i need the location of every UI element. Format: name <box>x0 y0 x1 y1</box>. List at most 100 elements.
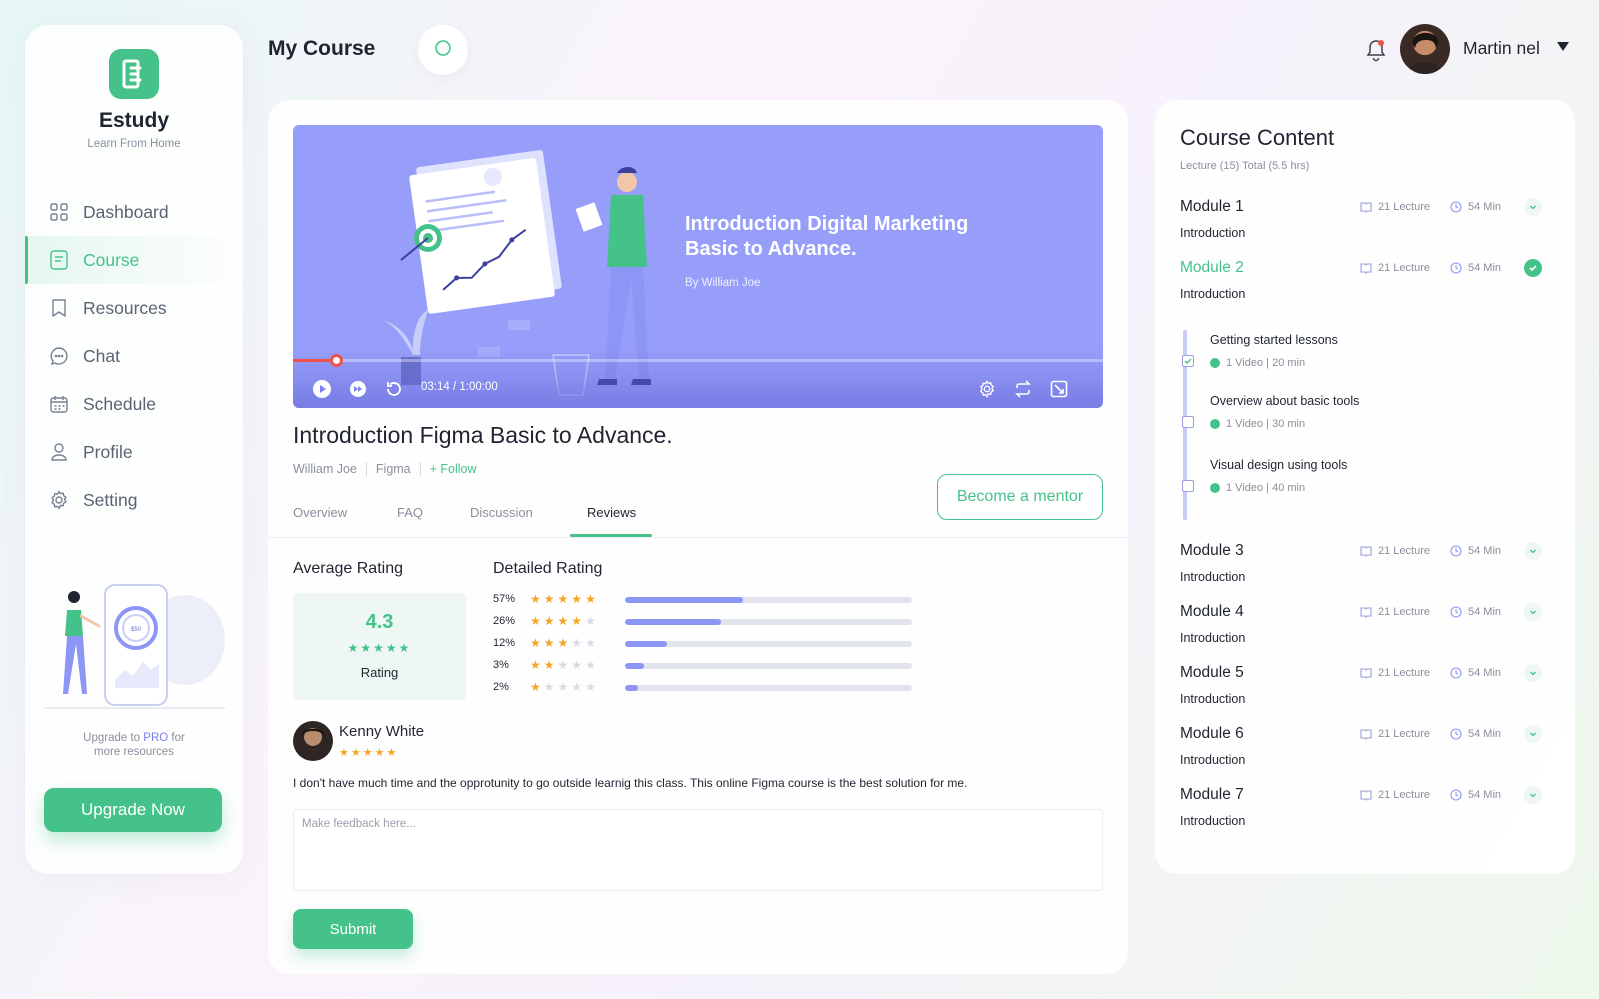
clock-icon <box>1450 728 1462 740</box>
rating-bar <box>625 641 912 647</box>
module-duration: 54 Min <box>1450 606 1501 618</box>
upgrade-text-part: Upgrade to <box>83 732 144 744</box>
module-duration-text: 54 Min <box>1468 606 1502 618</box>
user-name[interactable]: Martin nel <box>1463 38 1540 59</box>
rating-stars: ★★★★★ <box>530 658 599 672</box>
module-intro: Introduction <box>1180 814 1246 828</box>
chevron-down-icon[interactable] <box>1524 786 1542 804</box>
module-name: Module 2 <box>1180 259 1244 276</box>
module-intro: Introduction <box>1180 226 1246 240</box>
star-icon: ★ <box>585 614 599 628</box>
tab-reviews[interactable]: Reviews <box>587 505 636 520</box>
bell-icon[interactable] <box>1365 38 1387 62</box>
tab-faq[interactable]: FAQ <box>397 505 423 520</box>
rating-row: 26% ★★★★★ <box>493 614 913 629</box>
sidebar-item-chat[interactable]: Chat <box>25 332 243 380</box>
active-tab-indicator <box>570 534 652 537</box>
star-icon: ★ <box>571 636 586 650</box>
skip-forward-icon[interactable] <box>348 379 368 399</box>
star-icon: ★ <box>585 658 599 672</box>
video-player[interactable]: Introduction Digital Marketing Basic to … <box>293 125 1103 408</box>
star-icon: ★ <box>571 680 586 694</box>
module-name: Module 6 <box>1180 725 1244 742</box>
chevron-down-icon[interactable] <box>1524 542 1542 560</box>
star-icon: ★ <box>543 614 558 628</box>
detailed-rating-heading: Detailed Rating <box>493 560 603 577</box>
instructor-name[interactable]: William Joe <box>293 462 357 476</box>
replay-icon[interactable] <box>384 379 404 399</box>
module-intro: Introduction <box>1180 570 1246 584</box>
lesson-name: Getting started lessons <box>1210 333 1338 347</box>
chevron-down-icon[interactable] <box>1524 664 1542 682</box>
lesson-meta: 1 Video | 30 min <box>1210 418 1305 430</box>
module-lectures: 21 Lecture <box>1360 728 1430 740</box>
lesson-checkbox[interactable] <box>1182 355 1194 367</box>
book-icon <box>1360 789 1372 801</box>
course-category[interactable]: Figma <box>376 462 411 476</box>
rating-bar <box>625 663 912 669</box>
rating-row: 57% ★★★★★ <box>493 592 913 607</box>
tab-discussion[interactable]: Discussion <box>470 505 533 520</box>
book-icon <box>1360 262 1372 274</box>
loop-icon[interactable] <box>1013 379 1033 399</box>
fullscreen-icon[interactable] <box>1049 379 1069 399</box>
module-lectures: 21 Lecture <box>1360 667 1430 679</box>
settings-icon[interactable] <box>977 379 997 399</box>
play-icon[interactable] <box>312 379 332 399</box>
lesson-meta-text: 1 Video | 30 min <box>1226 418 1306 430</box>
video-dot-icon <box>1210 419 1220 429</box>
pro-label: PRO <box>143 732 169 744</box>
sidebar-item-course[interactable]: Course <box>25 236 243 284</box>
svg-text:$50: $50 <box>131 627 142 633</box>
rating-bar-fill <box>625 641 667 647</box>
chevron-down-icon[interactable] <box>1557 42 1569 51</box>
review-text: I don't have much time and the opprotuni… <box>293 776 968 790</box>
lesson-checkbox[interactable] <box>1182 416 1194 428</box>
lesson-meta: 1 Video | 20 min <box>1210 357 1305 369</box>
video-progress-track[interactable] <box>293 354 1103 367</box>
star-icon: ★ <box>543 636 558 650</box>
rating-stars: ★★★★★ <box>530 680 599 694</box>
upgrade-text-part: more resources <box>94 746 174 758</box>
module-lectures: 21 Lecture <box>1360 789 1430 801</box>
user-avatar[interactable] <box>1400 24 1450 74</box>
star-icon: ★ <box>543 592 558 606</box>
video-dot-icon <box>1210 358 1220 368</box>
tab-overview[interactable]: Overview <box>293 505 347 520</box>
sidebar-item-dashboard[interactable]: Dashboard <box>25 188 243 236</box>
clock-icon <box>1450 606 1462 618</box>
sidebar-item-setting[interactable]: Setting <box>25 476 243 524</box>
module-duration: 54 Min <box>1450 262 1501 274</box>
lesson-name: Overview about basic tools <box>1210 394 1360 408</box>
dashboard-icon <box>49 202 69 222</box>
search-button[interactable] <box>418 25 468 75</box>
module-name: Module 3 <box>1180 542 1244 559</box>
check-circle-icon[interactable] <box>1524 259 1542 277</box>
star-icon: ★ <box>543 680 558 694</box>
star-icon: ★ <box>543 658 558 672</box>
sidebar-item-label: Resources <box>83 297 167 318</box>
upgrade-now-button[interactable]: Upgrade Now <box>44 788 222 832</box>
sidebar-item-label: Schedule <box>83 393 156 414</box>
course-content-subtitle: Lecture (15) Total (5.5 hrs) <box>1180 160 1310 172</box>
chevron-down-icon[interactable] <box>1524 198 1542 216</box>
sidebar-item-profile[interactable]: Profile <box>25 428 243 476</box>
lesson-checkbox[interactable] <box>1182 480 1194 492</box>
rating-bar-fill <box>625 685 638 691</box>
tabs-divider <box>268 537 1128 538</box>
feedback-input[interactable] <box>293 809 1103 891</box>
average-rating-heading: Average Rating <box>293 560 403 577</box>
chevron-down-icon[interactable] <box>1524 725 1542 743</box>
module-duration: 54 Min <box>1450 789 1501 801</box>
submit-button[interactable]: Submit <box>293 909 413 949</box>
star-icon: ★ <box>530 614 544 628</box>
follow-link[interactable]: + Follow <box>430 462 477 476</box>
sidebar-item-resources[interactable]: Resources <box>25 284 243 332</box>
book-icon <box>1360 545 1372 557</box>
sidebar-item-schedule[interactable]: Schedule <box>25 380 243 428</box>
bookmark-icon <box>49 298 69 318</box>
module-duration-text: 54 Min <box>1468 728 1502 740</box>
star-icon: ★ <box>530 680 544 694</box>
sidebar-item-label: Profile <box>83 441 133 462</box>
chevron-down-icon[interactable] <box>1524 603 1542 621</box>
